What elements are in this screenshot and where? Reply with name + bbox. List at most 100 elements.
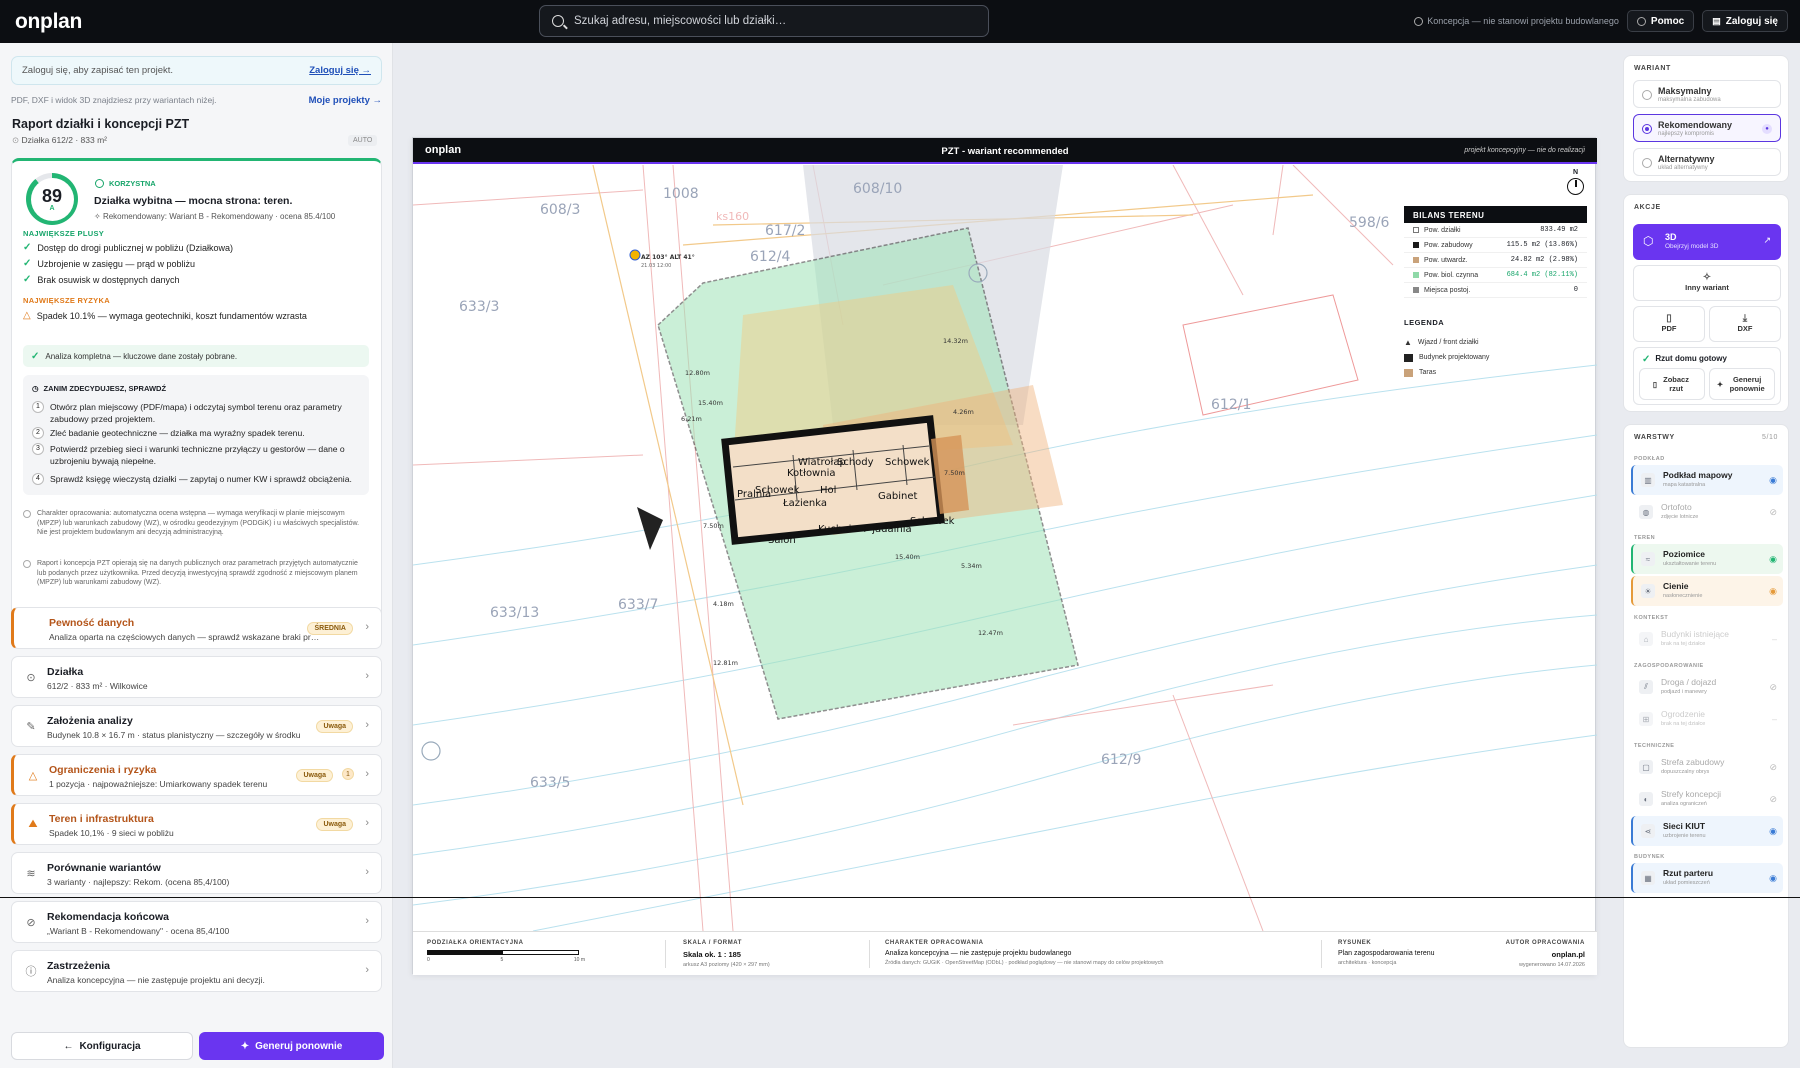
scale-bar — [427, 950, 579, 955]
step-text: Otwórz plan miejscowy (PDF/mapa) i odczy… — [50, 402, 342, 424]
warning-icon: △ — [28, 769, 38, 782]
sparkle-icon: ✧ — [94, 212, 101, 221]
dimension-label: 12.47m — [978, 629, 1003, 637]
view-3d-sub: Obejrzyj model 3D — [1665, 243, 1719, 250]
room-label: Kuchnia + jadalnia — [818, 524, 912, 535]
layer-base-map[interactable]: ▥ Podkład mapowy mapa katastralna ◉ — [1631, 465, 1783, 495]
card-disclaimers[interactable]: ⓘ Zastrzeżenia Analiza koncepcyjna — nie… — [11, 950, 382, 992]
card-data-confidence[interactable]: Pewność danych Analiza oparta na częścio… — [11, 607, 382, 649]
concept-note: Koncepcja — nie stanowi projektu budowla… — [1414, 16, 1619, 26]
card-terrain[interactable]: ⛰ Teren i infrastruktura Spadek 10,1% · … — [11, 803, 382, 845]
footer-author: AUTOR OPRACOWANIA onplan.pl wygenerowano… — [1506, 940, 1585, 968]
layer-fence[interactable]: ⊞ Ogrodzenie brak na tej działce – — [1631, 704, 1783, 734]
warning-badge: Uwaga — [316, 818, 353, 831]
author-value: onplan.pl — [1551, 950, 1585, 959]
dimension-label: 14.32m — [943, 337, 968, 345]
access-arrow — [637, 507, 663, 550]
dxf-button[interactable]: ⤓ DXF — [1709, 306, 1781, 342]
sewer-label: ks160 — [716, 210, 749, 223]
triangle-icon: ▲ — [1404, 338, 1412, 347]
scale-tick: 0 — [427, 957, 430, 963]
layer-ground-floor[interactable]: ▦ Rzut parteru układ pomieszczeń ◉ — [1631, 863, 1783, 893]
login-button[interactable]: ▤ Zaloguj się — [1702, 10, 1788, 32]
layer-title: Ortofoto — [1661, 502, 1692, 512]
export-note: PDF, DXF i widok 3D znajdziesz przy wari… — [11, 95, 382, 106]
room-label: Schowek — [910, 516, 955, 527]
layer-title: Ogrodzenie — [1661, 709, 1705, 719]
help-button[interactable]: Pomoc — [1626, 10, 1695, 32]
card-subtitle: Analiza oparta na częściowych danych — s… — [49, 632, 320, 642]
score-title: Działka wybitna — mocna strona: teren. — [94, 195, 293, 207]
layer-title: Strefa zabudowy — [1661, 757, 1725, 767]
app-logo[interactable]: onplan — [15, 10, 82, 34]
step-number: 3 — [32, 443, 44, 455]
eye-off-icon[interactable]: ⊘ — [1769, 794, 1777, 805]
layer-shadows[interactable]: ☀ Cienie nasłonecznienie ◉ — [1631, 576, 1783, 606]
variant-recommended[interactable]: Rekomendowany najlepszy kompromis ● — [1633, 114, 1781, 142]
pdf-button[interactable]: ▯ PDF — [1633, 306, 1705, 342]
eye-off-icon[interactable]: ⊘ — [1769, 507, 1777, 518]
layer-orthophoto[interactable]: ◍ Ortofoto zdjęcie lotnicze ⊘ — [1631, 497, 1783, 527]
regenerate-button[interactable]: ✦ Generuj ponownie — [199, 1032, 384, 1060]
site-balance-row: Pow. biol. czynna 684.4 m2 (82.11%) — [1404, 268, 1587, 283]
layer-existing-buildings[interactable]: ⌂ Budynki istniejące brak na tej działce – — [1631, 624, 1783, 654]
document-icon: ▯ — [1666, 313, 1672, 324]
parcel-summary-text: Działka 612/2 · 833 m² — [21, 135, 108, 145]
eye-icon[interactable]: ◉ — [1769, 475, 1777, 486]
layer-title: Rzut parteru — [1663, 868, 1714, 878]
document-icon: ▯ — [1652, 379, 1658, 389]
view-3d-button[interactable]: ⬡ 3D Obejrzyj model 3D ↗ — [1633, 224, 1781, 260]
my-projects-link[interactable]: Moje projekty → — [309, 95, 382, 106]
row-key: Miejsca postoj. — [1424, 286, 1471, 294]
eye-icon[interactable]: ◉ — [1769, 554, 1777, 565]
card-risks[interactable]: △ Ograniczenia i ryzyka 1 pozycja · najp… — [11, 754, 382, 796]
check-circle-icon: ⊘ — [26, 916, 36, 929]
configuration-button[interactable]: ← Konfiguracja — [11, 1032, 193, 1060]
eye-icon[interactable]: ◉ — [1769, 873, 1777, 884]
eye-off-icon[interactable]: ⊘ — [1769, 682, 1777, 693]
card-parcel[interactable]: ⊙ Działka 612/2 · 833 m² · Wilkowice › — [11, 656, 382, 698]
layer-utilities[interactable]: ⋖ Sieci KIUT uzbrojenie terenu ◉ — [1631, 816, 1783, 846]
layer-contours[interactable]: ≈ Poziomice ukształtowanie terenu ◉ — [1631, 544, 1783, 574]
regenerate-plan-button[interactable]: ✦ Generuj ponownie — [1709, 368, 1775, 400]
eye-icon[interactable]: ◉ — [1769, 586, 1777, 597]
variant-max[interactable]: Maksymalny maksymalna zabudowa — [1633, 80, 1781, 108]
layer-sub: zdjęcie lotnicze — [1661, 514, 1699, 520]
disclaimer-text: Raport i koncepcja PZT opierają się na d… — [37, 560, 358, 586]
layer-building-zone[interactable]: ▢ Strefa zabudowy dopuszczalny obrys ⊘ — [1631, 752, 1783, 782]
view-floor-plan-button[interactable]: ▯ Zobacz rzut — [1639, 368, 1705, 400]
download-icon: ⤓ — [1742, 313, 1748, 324]
eye-off-icon[interactable]: ⊘ — [1769, 762, 1777, 773]
drawing-value: Plan zagospodarowania terenu — [1338, 950, 1435, 957]
layer-concept-zones[interactable]: ◐ Strefy koncepcji analiza ograniczeń ⊘ — [1631, 784, 1783, 814]
disclaimer: Charakter opracowania: automatyczna ocen… — [23, 509, 369, 538]
layer-sub: dopuszczalny obrys — [1661, 769, 1710, 775]
help-label: Pomoc — [1650, 15, 1685, 27]
auto-badge: AUTO — [348, 135, 378, 146]
room-label: Schody — [837, 457, 874, 468]
legend-label: Budynek projektowany — [1419, 354, 1490, 361]
help-icon — [1636, 16, 1646, 26]
variant-alternative[interactable]: Alternatywny układ alternatywny — [1633, 148, 1781, 176]
dash-icon: – — [1771, 714, 1777, 724]
login-link[interactable]: Zaloguj się → — [309, 65, 371, 76]
card-variants-compare[interactable]: ≋ Porównanie wariantów 3 warianty · najl… — [11, 852, 382, 894]
sheet-tag: projekt koncepcyjny — nie do realizacji — [1464, 147, 1585, 154]
swatch — [1413, 287, 1419, 293]
scale-header: PODZIAŁKA ORIENTACYJNA — [427, 940, 524, 946]
eye-icon[interactable]: ◉ — [1769, 826, 1777, 837]
check-icon: ✓ — [1642, 354, 1651, 365]
info-icon — [1414, 16, 1424, 26]
layer-driveway[interactable]: ⫽ Droga / dojazd podjazd i manewry ⊘ — [1631, 672, 1783, 702]
sun-date-label: 21.03 12:00 — [641, 263, 671, 269]
card-assumptions[interactable]: ✎ Założenia analizy Budynek 10.8 × 16.7 … — [11, 705, 382, 747]
swatch — [1413, 272, 1419, 278]
variant-title: Rekomendowany — [1658, 120, 1733, 130]
configuration-label: Konfiguracja — [79, 1040, 141, 1052]
other-variant-button[interactable]: ✧ Inny wariant — [1633, 265, 1781, 301]
card-recommendation[interactable]: ⊘ Rekomendacja końcowa „Wariant B - Reko… — [11, 901, 382, 943]
warning-icon: △ — [23, 310, 31, 321]
top-bar: onplan Szukaj adresu, miejscowości lub d… — [0, 0, 1800, 43]
search-input[interactable]: Szukaj adresu, miejscowości lub działki… — [539, 5, 989, 37]
row-value: 24.82 m2 (2.98%) — [1510, 256, 1578, 264]
